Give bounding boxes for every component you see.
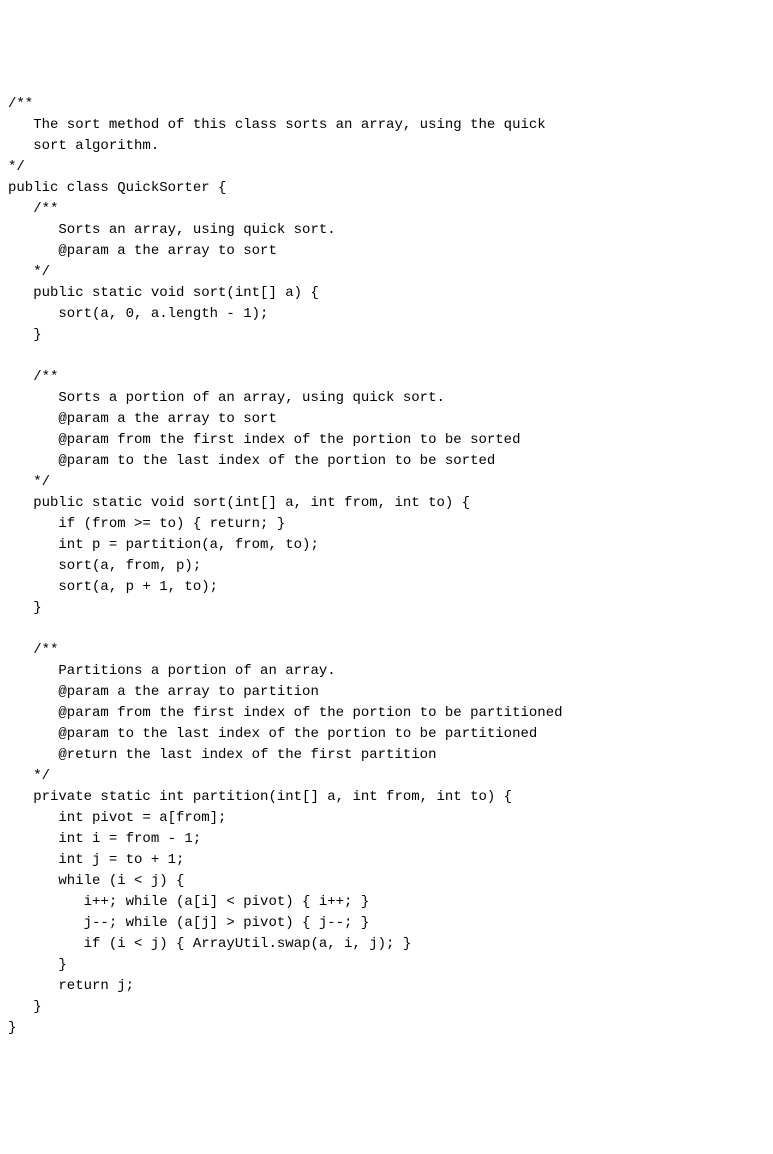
code-listing: /** The sort method of this class sorts … bbox=[8, 94, 765, 1039]
